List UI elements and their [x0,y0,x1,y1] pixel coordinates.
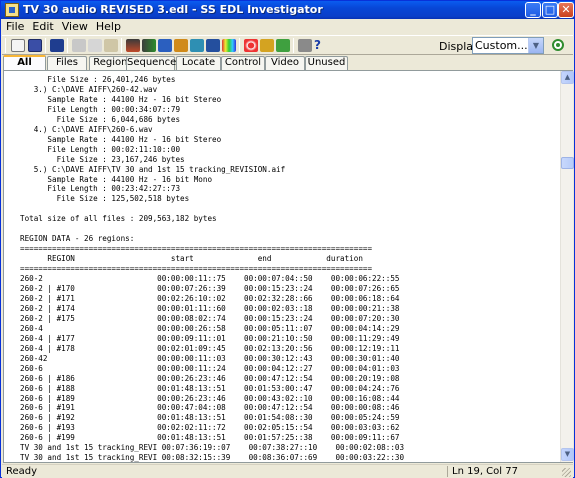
tab-all-data[interactable]: All Data [3,55,46,80]
vertical-scrollbar[interactable]: ▲ ▼ [560,71,574,462]
tab-unused[interactable]: Unused [305,56,348,70]
stack-icon[interactable] [190,39,204,52]
report-text-area[interactable]: File Size : 26,401,246 bytes 3.) C:\DAVE… [4,71,560,462]
record-icon[interactable] [260,39,274,52]
app-icon[interactable] [5,3,19,17]
main-window: TV 30 audio REVISED 3.edl - SS EDL Inves… [0,0,575,478]
toolbar-separator [293,38,294,53]
scroll-down-arrow-icon[interactable]: ▼ [561,448,574,461]
paste-icon[interactable] [104,39,118,52]
tab-control[interactable]: Control [221,56,265,70]
save-icon[interactable] [28,39,42,52]
report-text: File Size : 26,401,246 bytes 3.) C:\DAVE… [20,75,405,462]
menu-view[interactable]: View [58,19,92,33]
report-panel: File Size : 26,401,246 bytes 3.) C:\DAVE… [3,70,574,463]
tape-2-icon[interactable] [174,39,188,52]
tab-files[interactable]: Files [47,56,87,70]
scrollbar-thumb[interactable] [561,157,574,169]
lock-icon[interactable] [276,39,290,52]
toolbar-separator [121,38,122,53]
scroll-up-arrow-icon[interactable]: ▲ [561,71,574,84]
chevron-down-icon[interactable]: ▼ [528,38,543,53]
toolbar-separator [45,38,46,53]
image-icon[interactable] [206,39,220,52]
copy-icon[interactable] [88,39,102,52]
window-title: TV 30 audio REVISED 3.edl - SS EDL Inves… [23,3,323,16]
new-file-icon[interactable] [11,39,25,52]
menu-file[interactable]: File [2,19,28,33]
tape-icon[interactable] [158,39,172,52]
open-icon[interactable] [50,39,64,52]
target-icon[interactable] [244,39,258,52]
tab-locate[interactable]: Locate [176,56,221,70]
chart-icon[interactable] [142,39,156,52]
colorbars-icon[interactable] [222,39,236,52]
resize-grip-icon[interactable] [562,468,571,477]
cut-icon[interactable] [72,39,86,52]
menu-edit[interactable]: Edit [28,19,57,33]
go-icon[interactable] [552,39,564,51]
menu-bar: File Edit View Help [2,19,573,35]
minimize-button[interactable]: _ [525,2,541,18]
title-bar[interactable]: TV 30 audio REVISED 3.edl - SS EDL Inves… [1,1,574,19]
toolbar-separator [67,38,68,53]
display-dropdown[interactable]: Custom... ▼ [472,37,544,54]
display-value: Custom... [475,39,528,52]
menu-help[interactable]: Help [92,19,125,33]
toolbar: ? Display: Custom... ▼ [2,35,573,55]
close-button[interactable]: ✕ [558,2,574,18]
maximize-button[interactable]: □ [542,2,558,18]
toolbar-grip [5,38,6,53]
tab-sequence[interactable]: Sequence [126,56,176,70]
print-icon[interactable] [298,39,312,52]
cursor-position: Ln 19, Col 77 [447,466,559,477]
timeline-icon[interactable] [126,39,140,52]
status-text: Ready [6,466,38,477]
help-icon[interactable]: ? [314,39,328,52]
tab-video[interactable]: Video [265,56,305,70]
status-bar: Ready Ln 19, Col 77 [2,464,573,478]
toolbar-separator [239,38,240,53]
